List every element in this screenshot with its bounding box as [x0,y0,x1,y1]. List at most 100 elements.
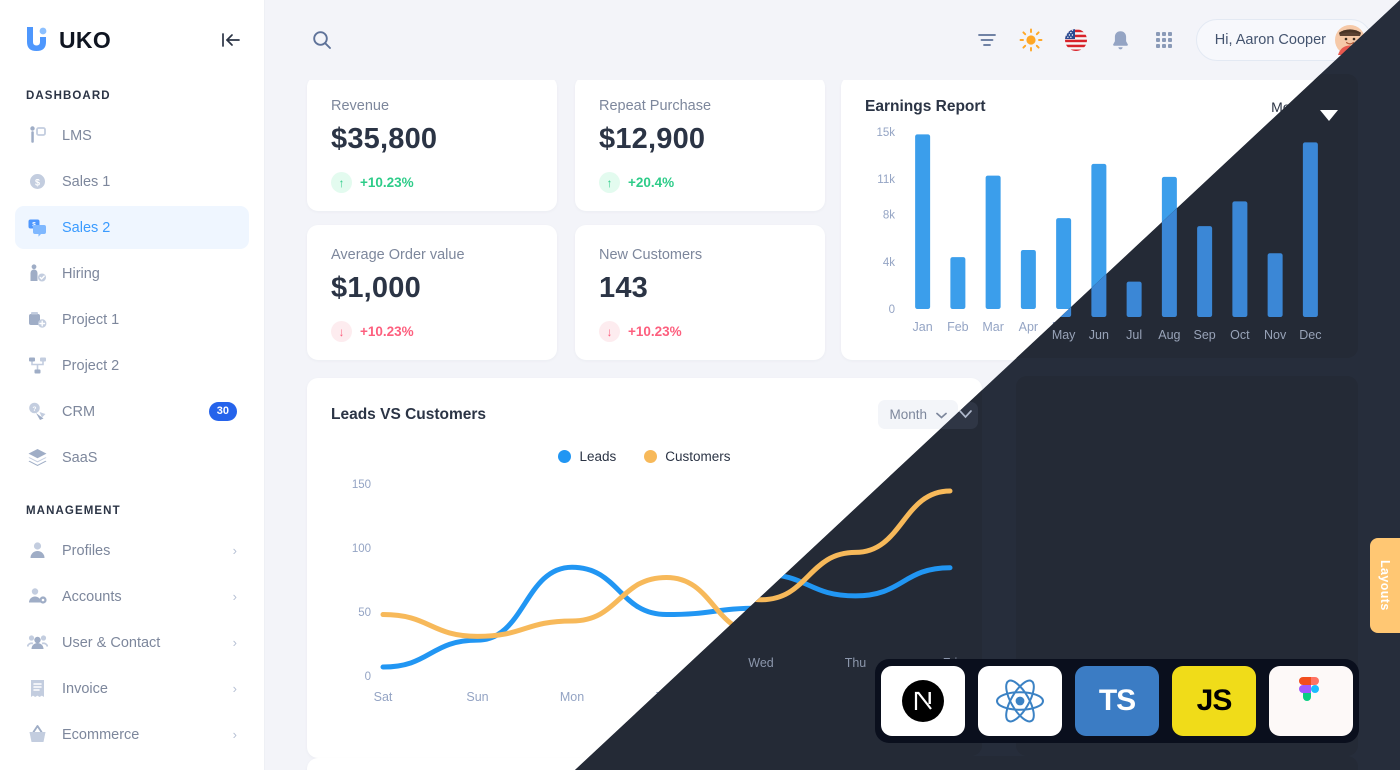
kpi-value: $1,000 [331,272,421,304]
invoice-icon [26,678,48,700]
sidebar-item-label: Project 1 [62,311,120,328]
topbar: Hi, Aaron Cooper [265,0,1400,80]
svg-text:Jan: Jan [913,320,933,334]
chevron-right-icon: › [232,543,237,558]
svg-text:Jul: Jul [1126,320,1142,334]
sidebar-item-saas[interactable]: SaaS [15,436,249,479]
legend-dot-customers [644,450,658,463]
sidebar-nav: DASHBOARD LMS $ Sales 1 $ Sales 2 Hiring Pr… [0,90,264,756]
sidebar-item-profiles[interactable]: Profiles › [15,529,249,572]
sidebar-item-user-contact[interactable]: User & Contact › [15,621,249,664]
sidebar-item-label: Sales 1 [62,173,111,190]
sidebar-item-sales-1[interactable]: $ Sales 1 [15,160,249,203]
nextjs-logo[interactable] [881,666,965,736]
sidebar-item-ecommerce[interactable]: Ecommerce › [15,713,249,756]
svg-text:Mar: Mar [982,320,1004,334]
svg-text:8k: 8k [883,210,895,222]
leads-period-dropdown[interactable]: Month [878,400,958,429]
bar-Apr [1020,250,1036,309]
trend-down-icon: ↓ [599,321,620,342]
sidebar-item-project-1[interactable]: Project 1 [15,298,249,341]
chevron-down-icon [1321,99,1334,115]
sidebar-item-crm[interactable]: ? CRM 30 [15,390,249,433]
sidebar-section-management: MANAGEMENT [26,505,121,517]
tech-stack-strip: TS JS [875,659,1359,743]
chevron-right-icon: › [232,589,237,604]
svg-text:Dec: Dec [1299,320,1321,334]
user-greeting: Hi, Aaron Cooper [1214,32,1326,48]
figma-logo[interactable] [1269,666,1353,736]
apps-grid-icon[interactable] [1153,29,1175,51]
legend-label-leads: Leads [579,449,617,464]
language-flag-icon[interactable] [1064,28,1088,52]
sidebar-item-accounts[interactable]: Accounts › [15,575,249,618]
react-logo[interactable] [978,666,1062,736]
svg-text:15k: 15k [876,127,895,139]
sidebar-section-dashboard: DASHBOARD [26,90,111,102]
kpi-value: $35,800 [331,123,438,155]
svg-text:$: $ [34,177,39,187]
search-icon[interactable] [311,29,333,51]
sidebar-item-hiring[interactable]: Hiring [15,252,249,295]
sidebar-item-label: SaaS [62,449,98,466]
kpi-card-average-order-value: Average Order value $1,000 ↓ +10.23% [307,225,557,360]
user-contact-icon [26,632,48,654]
svg-text:Aug: Aug [1158,320,1180,334]
sidebar-item-label: Profiles [62,542,111,559]
kpi-delta-value: +20.4% [628,175,675,190]
svg-text:Tue: Tue [656,690,677,704]
sidebar: UKO DASHBOARD LMS $ Sales 1 $ Sales 2 Hirin… [0,0,265,770]
bar-Jul [1126,273,1142,309]
topbar-actions: Hi, Aaron Cooper [976,19,1372,61]
dashboard-root: UKO DASHBOARD LMS $ Sales 1 $ Sales 2 Hirin… [0,0,1400,770]
earnings-period-dropdown[interactable]: Month [1271,99,1334,115]
svg-text:Apr: Apr [1019,320,1038,334]
chevron-right-icon: › [232,635,237,650]
svg-text:0: 0 [889,304,895,316]
settings-lines-icon[interactable] [976,29,998,51]
online-status-dot [1356,46,1366,56]
bar-Dec [1302,134,1318,309]
kpi-card-repeat-purchase: Repeat Purchase $12,900 ↑ +20.4% [575,76,825,211]
leads-chart-title: Leads VS Customers [331,405,487,423]
chevron-right-icon: › [232,727,237,742]
svg-text:Wed: Wed [748,690,774,704]
chevron-down-icon [936,407,947,422]
sidebar-item-invoice[interactable]: Invoice › [15,667,249,710]
legend-item-customers: Customers [644,449,731,464]
bar-Oct [1232,193,1248,309]
sidebar-item-lms[interactable]: LMS [15,114,249,157]
svg-text:100: 100 [352,543,371,555]
collapse-sidebar-icon[interactable] [220,31,242,49]
sidebar-item-label: Sales 2 [62,219,111,236]
legend-item-leads: Leads [558,449,616,464]
legend-label-customers: Customers [665,449,731,464]
theme-toggle-icon[interactable] [1019,28,1043,52]
bar-Jun [1091,163,1107,309]
trend-up-icon: ↑ [599,172,620,193]
leads-period-value: Month [889,407,927,422]
user-menu[interactable]: Hi, Aaron Cooper [1195,19,1372,61]
sidebar-item-label: Accounts [62,588,122,605]
javascript-logo[interactable]: JS [1172,666,1256,736]
project-status-donut: Avg Range 140 [1056,433,1318,695]
notifications-icon[interactable] [1109,29,1132,52]
donut-center-text: Avg Range 140 [1056,433,1318,695]
project-box-icon [26,309,48,331]
sidebar-item-project-2[interactable]: Project 2 [15,344,249,387]
svg-text:50: 50 [358,607,371,619]
svg-text:Nov: Nov [1264,320,1287,334]
layouts-tab[interactable]: Layouts [1370,538,1400,633]
brand[interactable]: UKO [24,25,111,55]
donut-center-value: 140 [1160,556,1214,591]
earnings-bar-chart: 0 4k 8k 11k 15k Jan Feb Mar Apr May Jun Jul Aug Sep Oc… [876,127,1321,334]
sidebar-item-label: Project 2 [62,357,120,374]
svg-text:4k: 4k [883,257,895,269]
crm-icon: ? [26,401,48,423]
sidebar-item-badge: 30 [208,402,237,421]
sidebar-item-sales-2[interactable]: $ Sales 2 [15,206,249,249]
typescript-logo[interactable]: TS [1075,666,1159,736]
bar-Mar [985,175,1001,309]
sales-coin-icon: $ [26,171,48,193]
svg-text:?: ? [32,406,36,413]
